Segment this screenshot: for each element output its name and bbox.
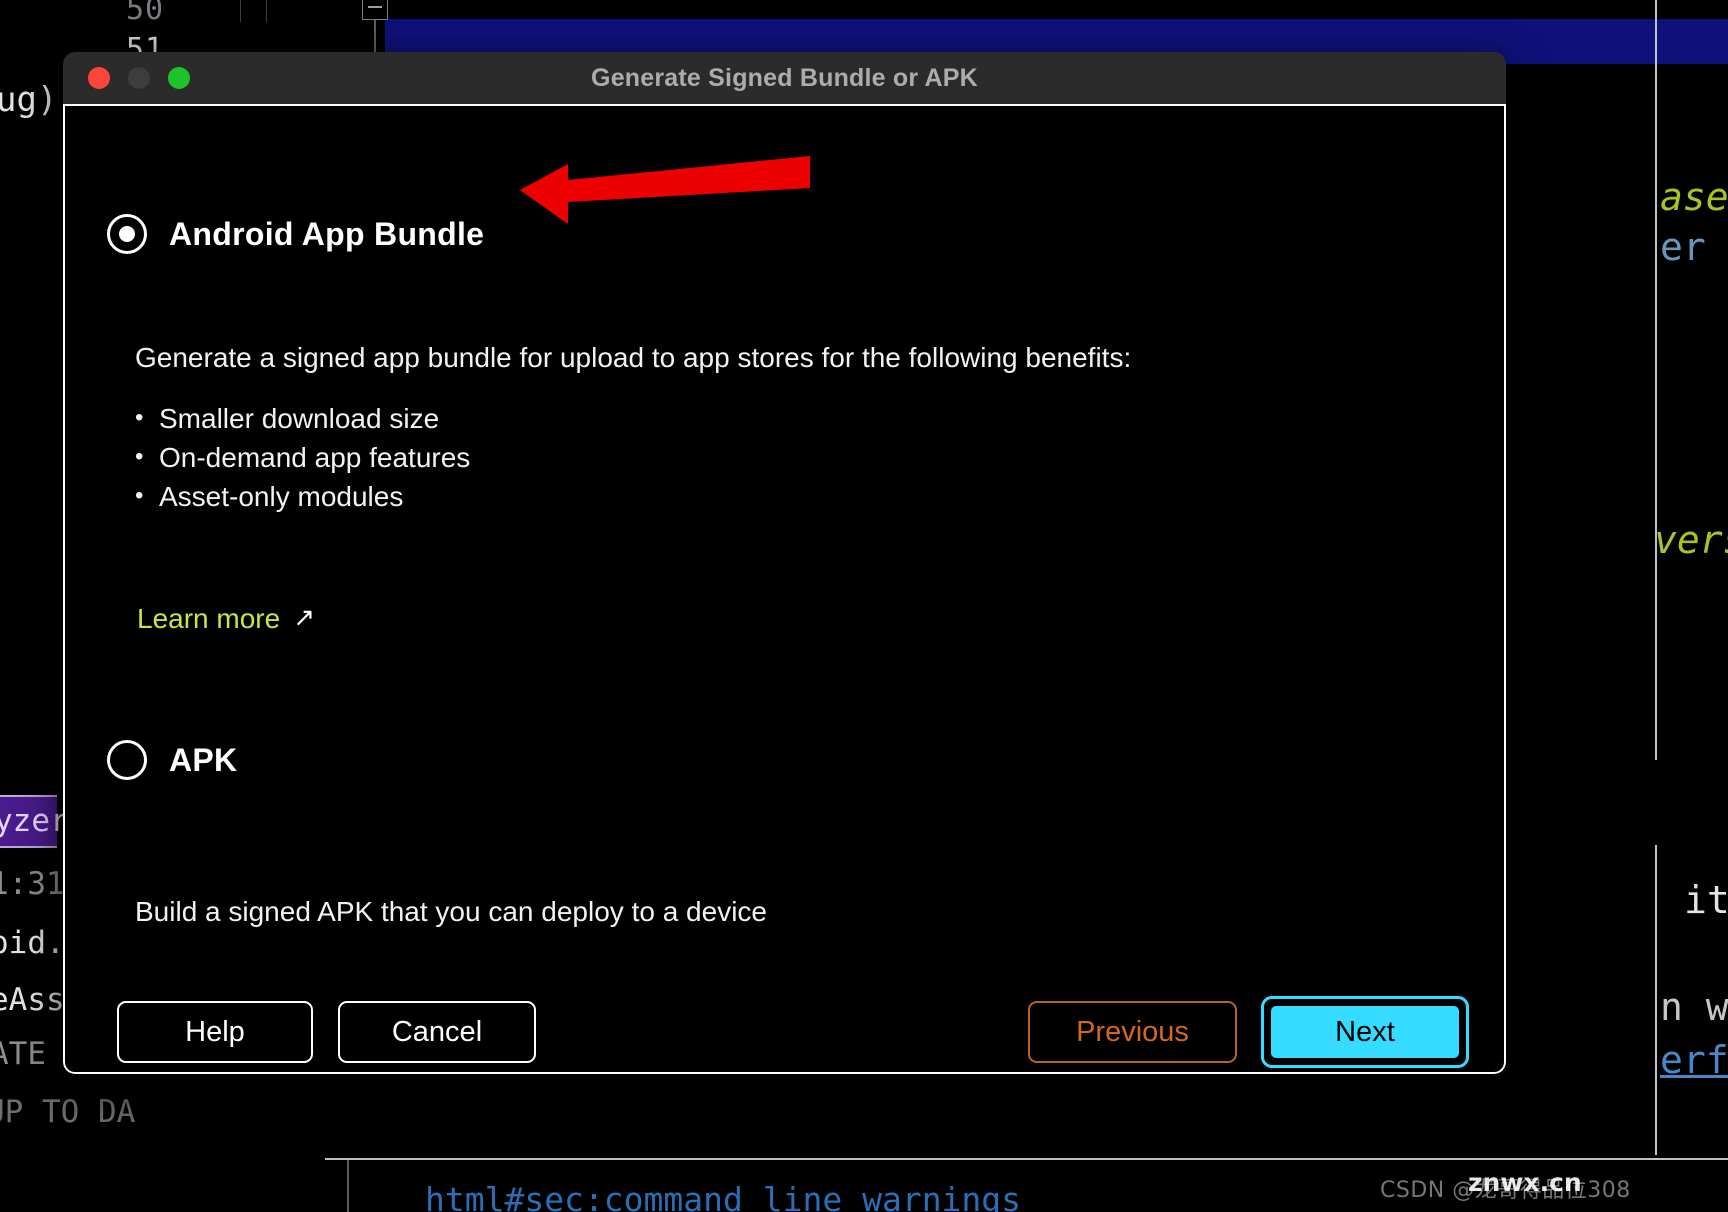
list-item: Smaller download size <box>135 398 470 438</box>
ide-text-fragment: ATE <box>0 1036 46 1072</box>
list-item: Asset-only modules <box>135 476 470 516</box>
radio-option-android-app-bundle[interactable]: Android App Bundle <box>107 214 484 254</box>
ide-bottom-divider <box>325 1158 1728 1160</box>
radio-unselected-icon[interactable] <box>107 740 147 780</box>
maximize-window-button[interactable] <box>168 67 190 89</box>
radio-label-android-app-bundle: Android App Bundle <box>169 215 485 252</box>
ide-bottom-gutter-rule <box>347 1160 349 1212</box>
cancel-button[interactable]: Cancel <box>338 1001 536 1063</box>
ide-code-fragment: it <box>1684 878 1728 922</box>
ide-code-link[interactable]: erfa <box>1660 1038 1728 1082</box>
next-button-focus-ring[interactable]: Next <box>1261 996 1469 1068</box>
site-watermark: znwx.cn <box>1468 1168 1582 1197</box>
close-window-button[interactable] <box>88 67 110 89</box>
ide-text-fragment: ug) <box>0 80 58 120</box>
ide-text-fragment: eAss <box>0 982 65 1018</box>
ide-sidebar-chip: yzer <box>0 795 69 848</box>
ide-code-fragment: vers <box>1654 518 1728 562</box>
ide-code-fragment: er n <box>1660 225 1706 269</box>
list-item: On-demand app features <box>135 437 470 477</box>
dialog-titlebar: Generate Signed Bundle or APK <box>63 52 1506 104</box>
previous-button[interactable]: Previous <box>1028 1001 1237 1063</box>
ide-text-fragment: UP TO DA <box>0 1094 136 1130</box>
radio-selected-icon[interactable] <box>107 214 147 254</box>
ide-text-fragment: oid. <box>0 925 65 961</box>
external-link-icon: ↗ <box>293 602 315 632</box>
ide-text-fragment: 1:31 <box>0 866 65 902</box>
radio-dot <box>119 226 135 242</box>
next-button[interactable]: Next <box>1269 1004 1461 1060</box>
ide-right-rule-2 <box>1655 845 1657 1155</box>
bundle-benefits-list: Smaller download size On-demand app feat… <box>135 398 470 516</box>
minimize-window-button[interactable] <box>128 67 150 89</box>
window-controls <box>88 67 190 89</box>
apk-description-text: Build a signed APK that you can deploy t… <box>135 896 767 927</box>
ide-gutter-rule <box>240 0 241 22</box>
code-fold-toggle[interactable] <box>362 0 388 20</box>
ide-line-number: 50 <box>126 0 165 27</box>
dialog-title: Generate Signed Bundle or APK <box>591 63 978 92</box>
learn-more-link[interactable]: Learn more ↗ <box>137 603 315 635</box>
dialog-body: Android App Bundle Generate a signed app… <box>63 104 1506 1074</box>
ide-right-rule <box>1655 0 1657 760</box>
learn-more-label: Learn more <box>137 603 281 634</box>
ide-code-fragment: ase <box>1660 175 1728 219</box>
radio-label-apk: APK <box>169 741 238 778</box>
help-button[interactable]: Help <box>117 1001 313 1063</box>
ide-gutter-rule-2 <box>266 0 267 22</box>
ide-bottom-code: html#sec:command_line_warnings <box>425 1180 1022 1212</box>
radio-option-apk[interactable]: APK <box>107 740 237 780</box>
ide-code-fragment: n wa <box>1660 985 1728 1029</box>
bundle-description-text: Generate a signed app bundle for upload … <box>135 342 1132 373</box>
generate-signed-bundle-dialog: Generate Signed Bundle or APK Android Ap… <box>63 52 1506 1074</box>
